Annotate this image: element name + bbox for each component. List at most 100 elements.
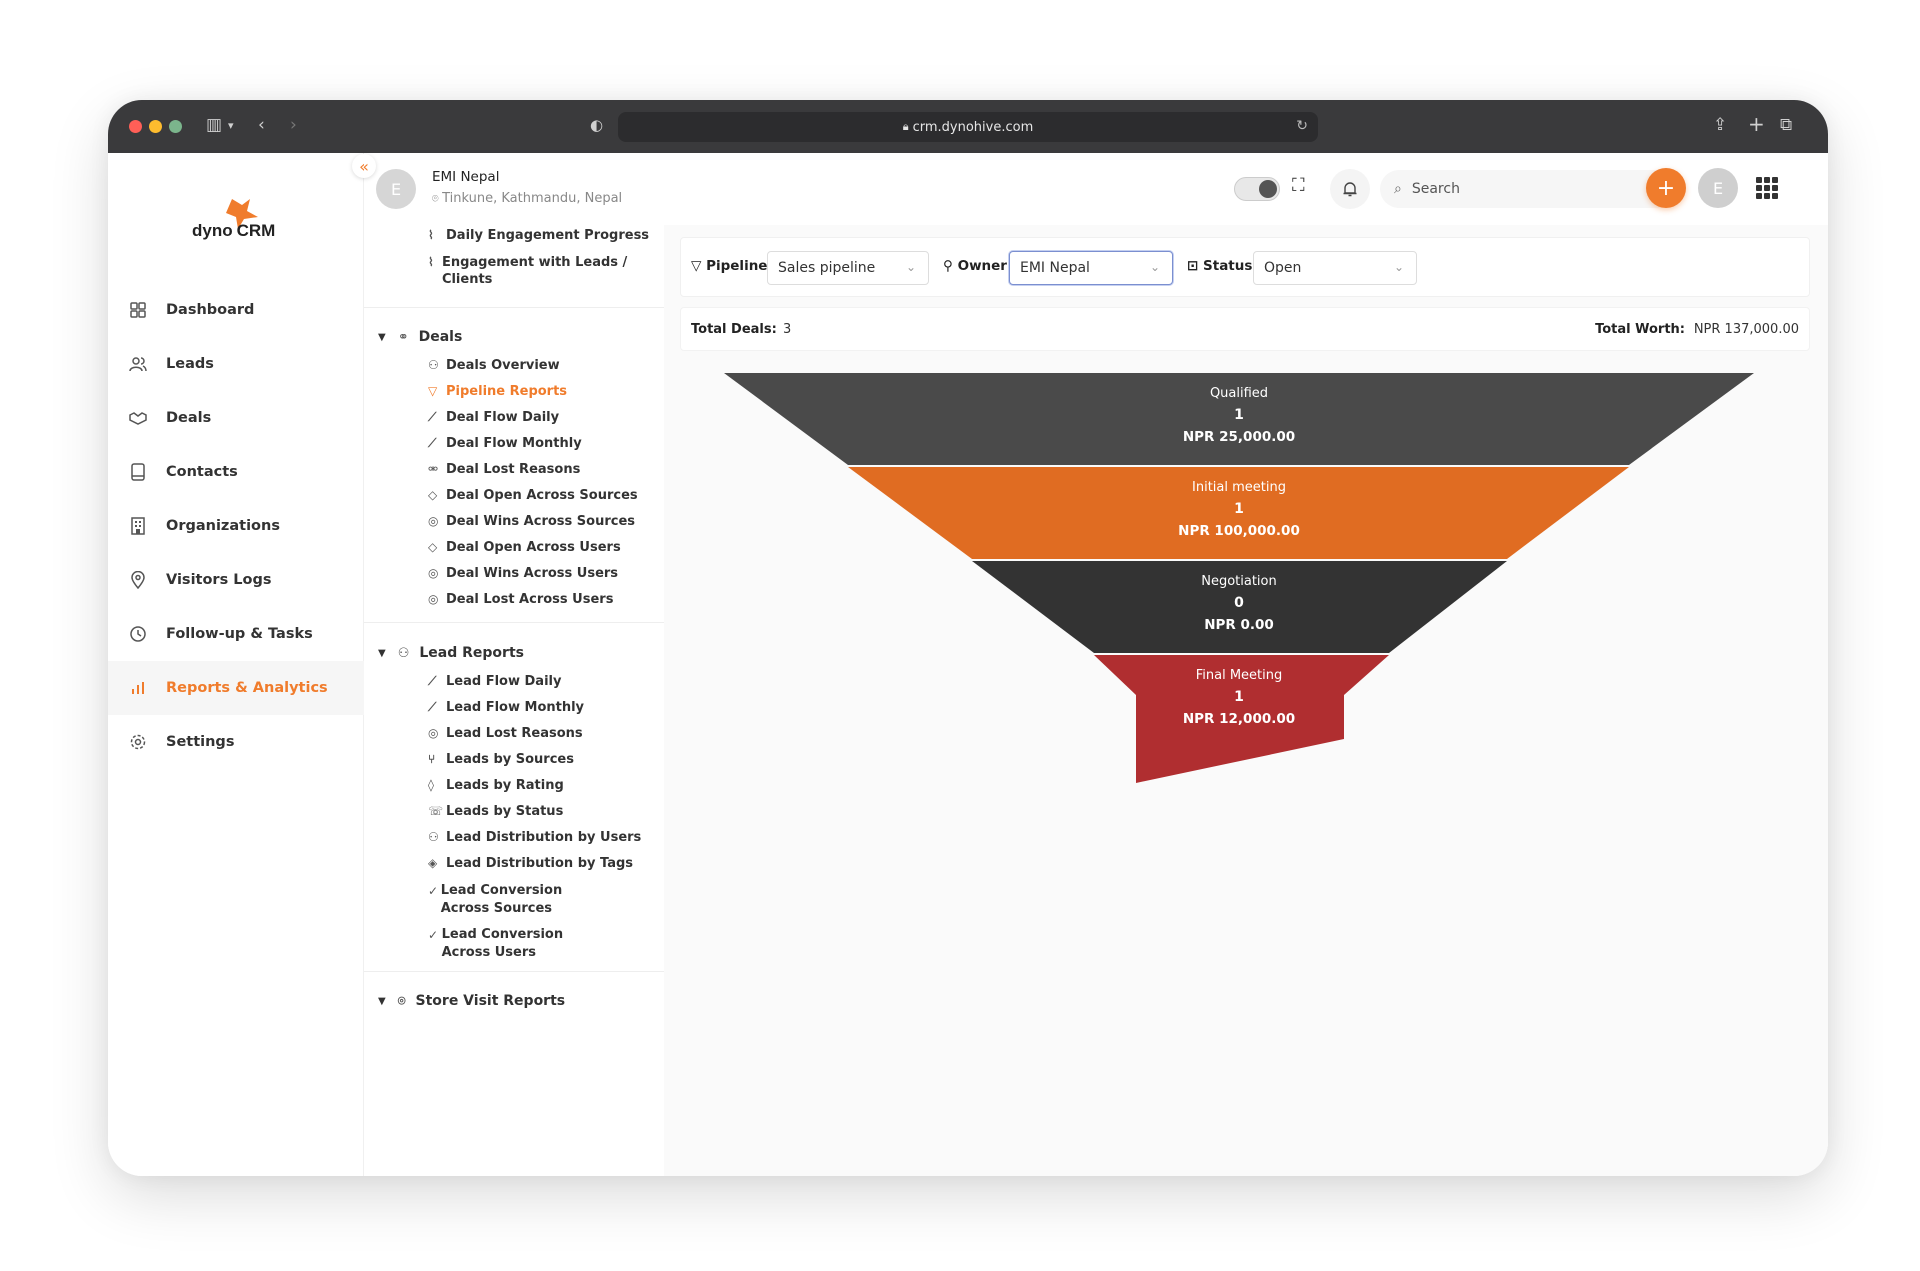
total-worth-value: NPR 137,000.00 (1693, 322, 1799, 337)
report-item-label: Pipeline Reports (446, 384, 568, 399)
url-text: crm.dynohive.com (912, 119, 1034, 135)
report-item-leads-by-status[interactable]: ☏ Leads by Status (428, 804, 563, 819)
sidebar-item-reports-analytics[interactable]: Reports & Analytics (108, 661, 364, 715)
forward-arrow-icon[interactable]: › (290, 115, 297, 135)
reload-icon[interactable]: ↻ (1296, 118, 1308, 134)
back-arrow-icon[interactable]: ‹ (258, 115, 265, 135)
org-name: EMI Nepal (432, 169, 500, 185)
report-item-deal-flow-monthly[interactable]: ⟋ Deal Flow Monthly (428, 436, 582, 451)
store-visit-reports-section-header[interactable]: ▼ ⌾ Store Visit Reports (378, 993, 565, 1009)
check-circle-icon: ✓ (428, 884, 439, 898)
report-item-deal-wins-across-users[interactable]: ◎ Deal Wins Across Users (428, 566, 618, 581)
caret-down-icon: ▼ (378, 331, 386, 343)
caret-down-icon: ▼ (378, 995, 386, 1007)
deals-section-header[interactable]: ▼ ⚭ Deals (378, 329, 462, 345)
sidebar-item-visitors-logs[interactable]: Visitors Logs (108, 553, 364, 607)
status-select[interactable]: Open ⌄ (1253, 251, 1417, 285)
collapse-sidebar-button[interactable]: « (352, 154, 376, 178)
filter-bar: ▽ Pipeline: Sales pipeline ⌄ ⚲ Owner: EM… (680, 237, 1810, 297)
location-pin-icon (126, 568, 150, 592)
report-item-deal-wins-across-sources[interactable]: ◎ Deal Wins Across Sources (428, 514, 635, 529)
divider (364, 622, 664, 623)
logo-text-dyno: dyno (192, 221, 233, 240)
apps-grid-icon[interactable] (1756, 177, 1778, 199)
owner-label: ⚲ Owner: (943, 258, 1012, 274)
chevron-down-icon: ⌄ (1393, 260, 1404, 274)
address-bar[interactable]: 🔒︎ crm.dynohive.com ↻ (618, 112, 1318, 142)
activity-icon: ⌇ (428, 255, 434, 269)
new-tab-icon[interactable]: + (1748, 112, 1765, 136)
org-avatar[interactable]: E (376, 169, 416, 209)
sidebar-item-dashboard[interactable]: Dashboard (108, 283, 364, 337)
report-item-deal-open-across-sources[interactable]: ◇ Deal Open Across Sources (428, 488, 638, 503)
report-item-pipeline-reports[interactable]: ▽ Pipeline Reports (428, 384, 567, 399)
main-content: ▽ Pipeline: Sales pipeline ⌄ ⚲ Owner: EM… (664, 225, 1828, 1176)
report-item-lead-lost-reasons[interactable]: ◎ Lead Lost Reasons (428, 726, 583, 741)
report-item-leads-by-sources[interactable]: ⑂ Leads by Sources (428, 752, 574, 767)
report-item-deal-flow-daily[interactable]: ⟋ Deal Flow Daily (428, 410, 559, 425)
report-item-label: Deal Flow Monthly (446, 436, 582, 451)
divider (364, 307, 664, 308)
owner-select[interactable]: EMI Nepal ⌄ (1009, 251, 1173, 285)
line-chart-icon: ⟋ (428, 410, 437, 424)
sidebar-item-deals[interactable]: Deals (108, 391, 364, 445)
pipeline-select-value: Sales pipeline (778, 260, 876, 276)
reports-menu: ⌇ Daily Engagement Progress ⌇ Engagement w… (364, 225, 664, 1176)
report-item-lead-distribution-by-users[interactable]: ⚇ Lead Distribution by Users (428, 830, 641, 845)
report-item-label: Deal Open Across Users (446, 540, 621, 555)
share-icon[interactable]: ⇪ (1713, 115, 1727, 135)
privacy-shield-icon[interactable]: ◐ (590, 116, 603, 134)
report-item-label: Deal Lost Reasons (446, 462, 581, 477)
users-icon (126, 352, 150, 376)
funnel-stage-amount: NPR 25,000.00 (1183, 429, 1295, 445)
close-window-button[interactable] (129, 120, 142, 133)
handshake-icon (126, 406, 150, 430)
section-title: Store Visit Reports (415, 993, 566, 1009)
report-item-lead-conversion-across-sources[interactable]: ✓ Lead Conversion Across Sources (428, 882, 608, 918)
report-item-lead-flow-daily[interactable]: ⟋ Lead Flow Daily (428, 674, 561, 689)
report-item-lead-flow-monthly[interactable]: ⟋ Lead Flow Monthly (428, 700, 584, 715)
section-title: Deals (418, 329, 463, 345)
report-item-deal-lost-across-users[interactable]: ◎ Deal Lost Across Users (428, 592, 613, 607)
quick-add-button[interactable]: + (1646, 168, 1686, 208)
sidebar-item-settings[interactable]: Settings (108, 715, 364, 769)
maximize-window-button[interactable] (169, 120, 182, 133)
fullscreen-icon[interactable]: ⛶ (1292, 175, 1305, 196)
sidebar-item-follow-up-tasks[interactable]: Follow-up & Tasks (108, 607, 364, 661)
target-icon: ◎ (428, 566, 439, 580)
report-item-label: Deals Overview (446, 358, 560, 373)
report-item-lead-conversion-across-users[interactable]: ✓ Lead Conversion Across Users (428, 926, 608, 962)
notification-bell-button[interactable] (1330, 169, 1370, 209)
lock-icon: 🔒︎ (902, 120, 909, 133)
report-item-label: Leads by Status (446, 804, 564, 819)
report-item-deal-lost-reasons[interactable]: ⚮ Deal Lost Reasons (428, 462, 580, 477)
chevron-down-icon[interactable]: ▾ (228, 119, 234, 132)
status-icon: ⊡ (1187, 258, 1204, 274)
pipeline-select[interactable]: Sales pipeline ⌄ (767, 251, 929, 285)
sidebar-item-label: Reports & Analytics (166, 680, 328, 696)
bell-icon (1343, 182, 1357, 197)
funnel-icon: ▽ (428, 384, 438, 398)
binoculars-icon: ⚇ (428, 358, 439, 372)
report-item-leads-by-rating[interactable]: ◊ Leads by Rating (428, 778, 564, 793)
sidebar-item-organizations[interactable]: Organizations (108, 499, 364, 553)
sidebar-item-leads[interactable]: Leads (108, 337, 364, 391)
lead-reports-section-header[interactable]: ▼ ⚇ Lead Reports (378, 645, 524, 661)
minimize-window-button[interactable] (149, 120, 162, 133)
theme-toggle[interactable] (1234, 177, 1280, 201)
user-avatar[interactable]: E (1698, 168, 1738, 208)
sidebar-toggle-icon[interactable]: ▥ (206, 115, 222, 135)
target-icon: ◎ (428, 514, 439, 528)
diamond-icon: ◇ (428, 540, 438, 554)
search-input[interactable]: ⌕ Search (1380, 170, 1680, 208)
tabs-overview-icon[interactable]: ⧉ (1780, 115, 1792, 135)
caret-down-icon: ▼ (378, 647, 386, 659)
app-logo[interactable]: dyno CRM (192, 221, 275, 241)
report-item-deal-open-across-users[interactable]: ◇ Deal Open Across Users (428, 540, 621, 555)
report-item-daily-engagement-progress[interactable]: ⌇ Daily Engagement Progress (428, 228, 649, 243)
sidebar-item-contacts[interactable]: Contacts (108, 445, 364, 499)
report-item-lead-distribution-by-tags[interactable]: ◈ Lead Distribution by Tags (428, 856, 633, 871)
handshake-icon: ⚭ (397, 329, 409, 345)
report-item-engagement-with-leads[interactable]: ⌇ Engagement with Leads / Clients (428, 254, 628, 288)
report-item-deals-overview[interactable]: ⚇ Deals Overview (428, 358, 560, 373)
